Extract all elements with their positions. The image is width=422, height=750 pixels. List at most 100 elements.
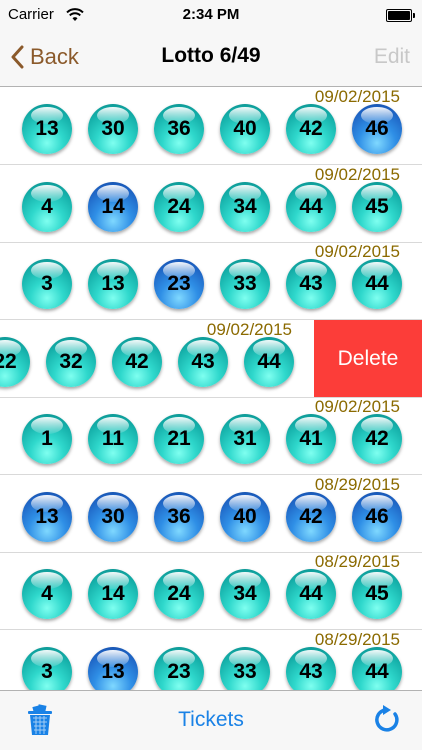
lotto-ball-number: 13 [35, 117, 59, 140]
status-time: 2:34 PM [182, 6, 240, 23]
ticket-date: 09/02/2015 [314, 397, 400, 416]
ticket-date: 08/29/2015 [314, 475, 400, 494]
lotto-ball-number: 42 [299, 117, 323, 140]
bottom-toolbar: Tickets [0, 690, 422, 750]
lotto-ball: 13 [22, 492, 72, 542]
lotto-ball-number: 32 [59, 350, 83, 373]
lotto-ball-number: 23 [167, 272, 191, 295]
lotto-ball: 31 [220, 414, 270, 464]
lotto-ball: 13 [22, 104, 72, 154]
lotto-ball: 14 [88, 182, 138, 232]
lotto-ball-number: 24 [167, 582, 191, 605]
lotto-ball: 44 [286, 569, 336, 619]
lotto-ball-number: 1 [41, 427, 53, 450]
lotto-ball-number: 42 [125, 350, 149, 373]
lotto-ball: 46 [352, 104, 402, 154]
lotto-ball: 33 [220, 647, 270, 691]
lotto-ball-number: 11 [101, 427, 125, 450]
lotto-ball-number: 13 [101, 660, 125, 683]
lotto-ball: 22 [0, 337, 30, 387]
lotto-ball-number: 3 [41, 272, 53, 295]
lotto-ball-number: 33 [233, 272, 257, 295]
navigation-bar: Back Lotto 6/49 Edit [0, 30, 422, 87]
ticket-list[interactable]: 09/02/2015 13 30 36 40 42 46 09/02/2015 4 14 24 34 4… [0, 87, 422, 691]
lotto-ball-number: 13 [101, 272, 125, 295]
lotto-ball: 21 [154, 414, 204, 464]
lotto-ball-number: 46 [365, 505, 389, 528]
lotto-ball: 13 [88, 259, 138, 309]
lotto-ball: 1 [22, 414, 72, 464]
lotto-ball: 46 [352, 492, 402, 542]
lotto-ball: 3 [22, 647, 72, 691]
lotto-ball: 42 [352, 414, 402, 464]
delete-button[interactable]: Delete [314, 320, 422, 397]
lotto-ball-number: 14 [101, 195, 125, 218]
lotto-ball-number: 22 [0, 350, 17, 373]
lotto-ball: 23 [154, 259, 204, 309]
ticket-row[interactable]: 09/02/2015 1 11 21 31 41 42 [0, 397, 422, 475]
ticket-row-content: 09/02/2015 13 30 36 40 42 46 [0, 87, 422, 164]
lotto-ball-number: 30 [101, 117, 125, 140]
refresh-icon[interactable] [372, 705, 402, 735]
lotto-ball: 14 [88, 569, 138, 619]
lotto-ball-number: 44 [299, 195, 323, 218]
lotto-ball: 44 [352, 259, 402, 309]
lotto-ball: 42 [286, 104, 336, 154]
ticket-row-content: 09/02/2015 4 14 24 34 44 45 [0, 165, 422, 242]
lotto-ball-number: 21 [167, 427, 191, 450]
lotto-ball: 44 [352, 647, 402, 691]
battery-icon [386, 9, 415, 22]
lotto-ball-number: 23 [167, 660, 191, 683]
lotto-ball-number: 13 [35, 505, 59, 528]
lotto-ball-number: 14 [101, 582, 125, 605]
ticket-row-content: 09/02/2015 3 13 23 33 43 44 [0, 242, 422, 319]
lotto-ball: 40 [220, 104, 270, 154]
lotto-ball: 42 [112, 337, 162, 387]
lotto-ball: 43 [286, 259, 336, 309]
ticket-row[interactable]: 09/02/2015122232424344Delete [0, 320, 422, 398]
lotto-ball-number: 44 [365, 272, 389, 295]
lotto-ball: 43 [178, 337, 228, 387]
lotto-ball-number: 3 [41, 660, 53, 683]
ticket-row[interactable]: 08/29/2015 4 14 24 34 44 45 [0, 552, 422, 630]
lotto-ball: 34 [220, 569, 270, 619]
lotto-ball: 4 [22, 569, 72, 619]
lotto-ball: 44 [244, 337, 294, 387]
lotto-ball-number: 4 [41, 195, 53, 218]
ticket-row[interactable]: 08/29/2015 3 13 23 33 43 44 [0, 630, 422, 691]
ticket-row[interactable]: 09/02/2015 4 14 24 34 44 45 [0, 165, 422, 243]
lotto-ball-number: 44 [299, 582, 323, 605]
lotto-ball: 44 [286, 182, 336, 232]
lotto-ball: 11 [88, 414, 138, 464]
ticket-row[interactable]: 09/02/2015 3 13 23 33 43 44 [0, 242, 422, 320]
lotto-ball-number: 40 [233, 117, 257, 140]
lotto-ball: 36 [154, 104, 204, 154]
edit-button[interactable]: Edit [374, 45, 410, 69]
lotto-ball: 24 [154, 182, 204, 232]
lotto-ball-number: 4 [41, 582, 53, 605]
lotto-ball-number: 34 [233, 195, 257, 218]
page-title: Lotto 6/49 [161, 44, 261, 67]
ticket-row[interactable]: 08/29/2015 13 30 36 40 42 46 [0, 475, 422, 553]
lotto-ball: 42 [286, 492, 336, 542]
lotto-ball-number: 41 [299, 427, 323, 450]
lotto-ball-number: 43 [191, 350, 215, 373]
lotto-ball: 32 [46, 337, 96, 387]
lotto-ball: 36 [154, 492, 204, 542]
lotto-ball-number: 42 [365, 427, 389, 450]
lotto-ball: 34 [220, 182, 270, 232]
lotto-ball-number: 30 [101, 505, 125, 528]
lotto-ball: 23 [154, 647, 204, 691]
lotto-ball-number: 46 [365, 117, 389, 140]
lotto-ball-number: 45 [365, 582, 389, 605]
lotto-ball-number: 36 [167, 117, 191, 140]
ticket-date: 09/02/2015 [314, 87, 400, 106]
lotto-ball-number: 40 [233, 505, 257, 528]
ticket-row-content: 09/02/2015122232424344 [0, 320, 314, 397]
tickets-tab[interactable]: Tickets [0, 708, 422, 732]
lotto-ball-number: 24 [167, 195, 191, 218]
ticket-row[interactable]: 09/02/2015 13 30 36 40 42 46 [0, 87, 422, 165]
lotto-ball: 3 [22, 259, 72, 309]
lotto-ball: 33 [220, 259, 270, 309]
lotto-ball-number: 44 [365, 660, 389, 683]
